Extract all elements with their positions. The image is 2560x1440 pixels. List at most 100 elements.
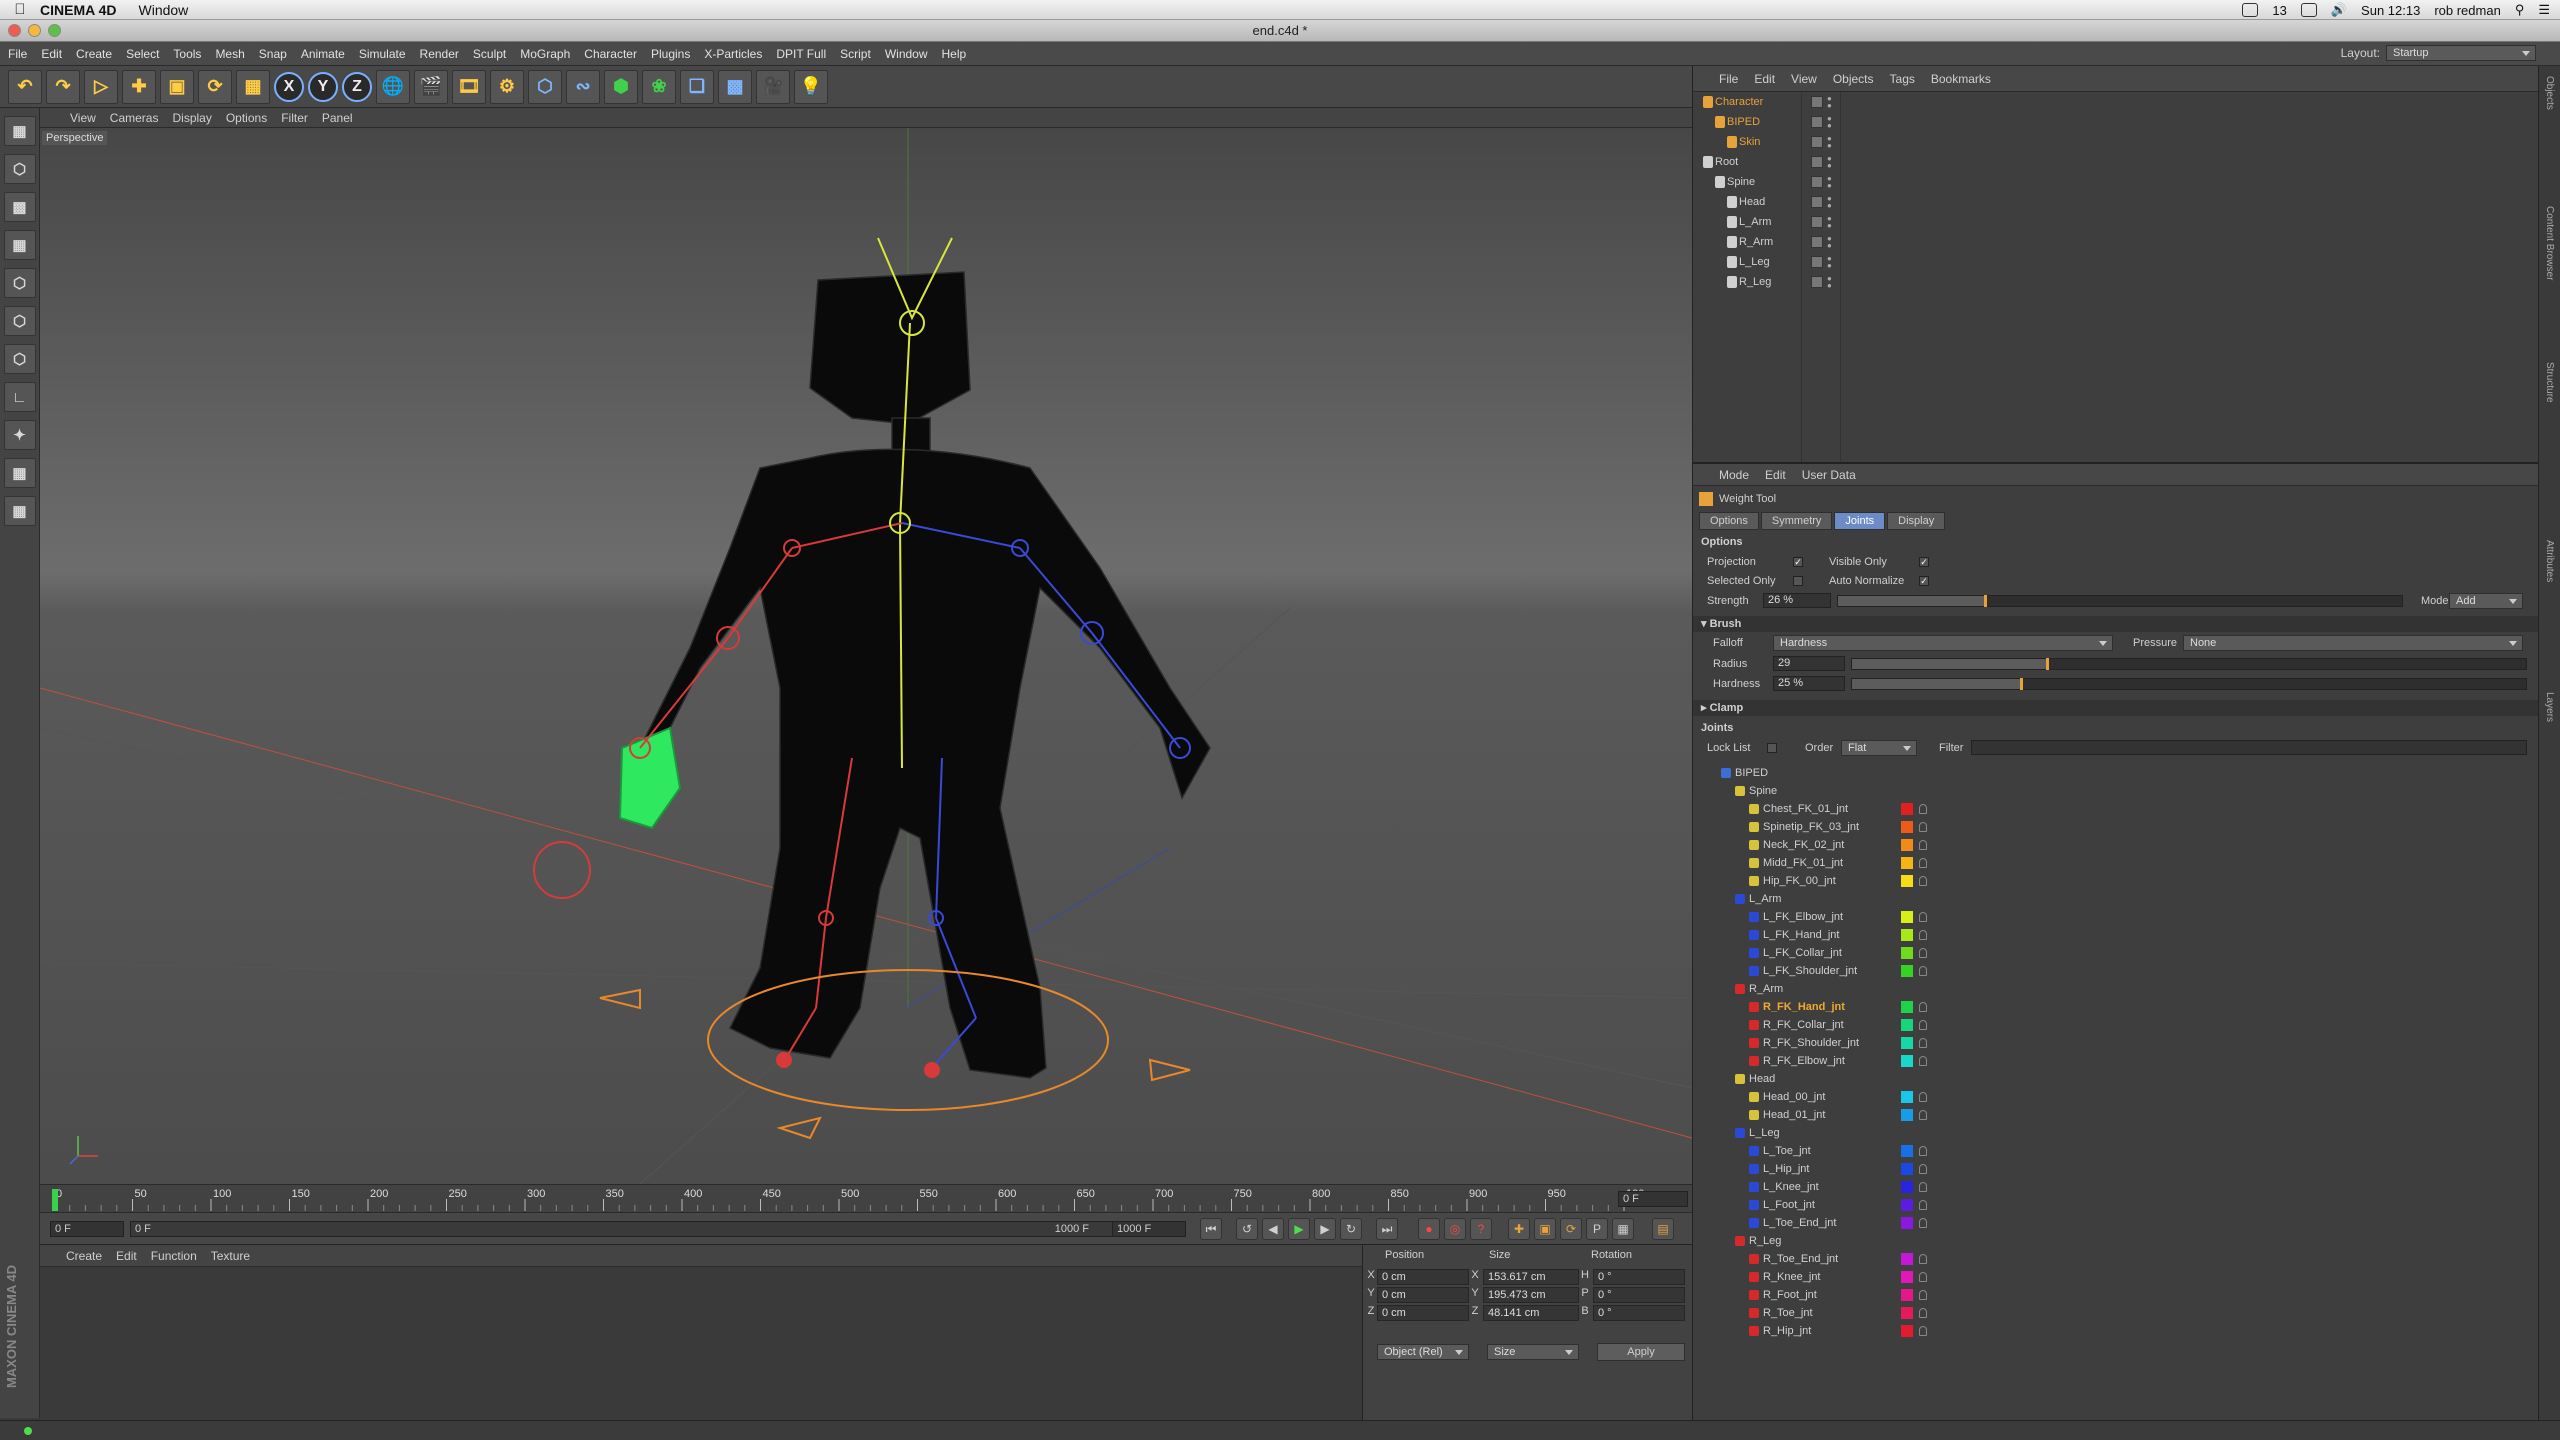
- joint-row[interactable]: R_Foot_jnt: [1693, 1286, 2539, 1304]
- position-z-field[interactable]: 0 cm: [1377, 1305, 1469, 1321]
- menu-character[interactable]: Character: [584, 47, 637, 61]
- next-key-icon[interactable]: ↻: [1340, 1218, 1362, 1240]
- joint-row[interactable]: Chest_FK_01_jnt: [1693, 800, 2539, 818]
- snap-icon[interactable]: ▦: [3, 458, 36, 488]
- visibility-toggle[interactable]: [1811, 116, 1823, 128]
- lock-icon[interactable]: [1919, 948, 1927, 958]
- render-view-icon[interactable]: 🎬: [414, 69, 448, 104]
- joint-color-swatch[interactable]: [1901, 1181, 1913, 1193]
- menu-snap[interactable]: Snap: [259, 47, 287, 61]
- viewport-canvas[interactable]: Perspective: [40, 128, 1692, 1184]
- floor-icon[interactable]: ▩: [718, 69, 752, 104]
- joint-row[interactable]: R_FK_Hand_jnt: [1693, 998, 2539, 1016]
- joint-color-swatch[interactable]: [1901, 1037, 1913, 1049]
- playhead[interactable]: [52, 1189, 58, 1211]
- lock-icon[interactable]: [1919, 840, 1927, 850]
- joint-row[interactable]: Hip_FK_00_jnt: [1693, 872, 2539, 890]
- apple-icon[interactable]: : [0, 1, 40, 18]
- object-menu-file[interactable]: File: [1719, 72, 1738, 86]
- material-menu-texture[interactable]: Texture: [211, 1249, 250, 1263]
- joint-row[interactable]: Head_00_jnt: [1693, 1088, 2539, 1106]
- attribute-menu-user-data[interactable]: User Data: [1802, 468, 1856, 482]
- lock-icon[interactable]: [1919, 858, 1927, 868]
- joint-row[interactable]: R_Toe_jnt: [1693, 1304, 2539, 1322]
- light-icon[interactable]: 💡: [794, 69, 828, 104]
- rotation-b-field[interactable]: 0 °: [1593, 1305, 1685, 1321]
- weight-tool-icon[interactable]: ▦: [236, 69, 270, 104]
- prev-frame-icon[interactable]: ◀: [1262, 1218, 1284, 1240]
- preview-range-slider[interactable]: 0 F 1000 F: [130, 1221, 1114, 1237]
- strength-field[interactable]: 26 %: [1763, 593, 1831, 608]
- record-rotation-icon[interactable]: ⟳: [1560, 1218, 1582, 1240]
- viewport-menu-display[interactable]: Display: [172, 111, 211, 125]
- pressure-dropdown[interactable]: None: [2183, 635, 2523, 651]
- joint-color-swatch[interactable]: [1901, 965, 1913, 977]
- object-menu-bookmarks[interactable]: Bookmarks: [1931, 72, 1991, 86]
- joint-color-swatch[interactable]: [1901, 911, 1913, 923]
- lock-icon[interactable]: [1919, 1254, 1927, 1264]
- lock-icon[interactable]: [1919, 1290, 1927, 1300]
- workplane-lock-icon[interactable]: ▦: [3, 496, 36, 526]
- position-x-field[interactable]: 0 cm: [1377, 1269, 1469, 1285]
- apply-button[interactable]: Apply: [1597, 1343, 1685, 1361]
- object-row-l-leg[interactable]: L_Leg ● ●: [1693, 252, 2113, 272]
- y-axis-lock-button[interactable]: Y: [308, 71, 338, 102]
- joint-color-swatch[interactable]: [1901, 947, 1913, 959]
- mac-menu-window[interactable]: Window: [139, 2, 189, 18]
- undo-icon[interactable]: ↶: [8, 69, 42, 104]
- visibility-toggle[interactable]: [1811, 156, 1823, 168]
- joint-color-swatch[interactable]: [1901, 1109, 1913, 1121]
- manager-tab-structure[interactable]: Structure: [2544, 362, 2555, 403]
- dropbox-icon[interactable]: [2242, 3, 2259, 17]
- object-row-r-arm[interactable]: R_Arm ● ●: [1693, 232, 2113, 252]
- joint-row[interactable]: L_Toe_jnt: [1693, 1142, 2539, 1160]
- go-to-end-icon[interactable]: ⏭: [1376, 1218, 1398, 1240]
- material-menu-create[interactable]: Create: [66, 1249, 102, 1263]
- object-row-character[interactable]: Character ● ●: [1693, 92, 2113, 112]
- layout-dropdown[interactable]: Startup: [2386, 45, 2536, 61]
- viewport-menu-cameras[interactable]: Cameras: [110, 111, 159, 125]
- joint-group-row[interactable]: L_Leg: [1693, 1124, 2539, 1142]
- editor-render-dots[interactable]: ● ●: [1827, 275, 1832, 290]
- rotation-h-field[interactable]: 0 °: [1593, 1269, 1685, 1285]
- joint-group-row[interactable]: R_Leg: [1693, 1232, 2539, 1250]
- lock-icon[interactable]: [1919, 1092, 1927, 1102]
- visibility-toggle[interactable]: [1811, 216, 1823, 228]
- object-row-l-arm[interactable]: L_Arm ● ●: [1693, 212, 2113, 232]
- texture-mode-icon[interactable]: ▩: [3, 192, 36, 222]
- visibility-toggle[interactable]: [1811, 176, 1823, 188]
- object-row-biped[interactable]: BIPED ● ●: [1693, 112, 2113, 132]
- points-mode-icon[interactable]: ⬡: [3, 268, 36, 298]
- joint-color-swatch[interactable]: [1901, 1199, 1913, 1211]
- timeline-ruler[interactable]: 0 50 100 150 200 250 300 350 400 450 500 550 600 650 7…: [40, 1184, 1692, 1212]
- lock-icon[interactable]: [1919, 1200, 1927, 1210]
- editor-render-dots[interactable]: ● ●: [1827, 115, 1832, 130]
- lock-icon[interactable]: [1919, 1164, 1927, 1174]
- joint-row[interactable]: R_FK_Elbow_jnt: [1693, 1052, 2539, 1070]
- tab-display[interactable]: Display: [1887, 512, 1946, 530]
- joint-color-swatch[interactable]: [1901, 1019, 1913, 1031]
- joint-row[interactable]: Spinetip_FK_03_jnt: [1693, 818, 2539, 836]
- lock-icon[interactable]: [1919, 1182, 1927, 1192]
- viewport-menu-panel[interactable]: Panel: [322, 111, 353, 125]
- visibility-toggle[interactable]: [1811, 136, 1823, 148]
- redo-icon[interactable]: ↷: [46, 69, 80, 104]
- visibility-toggle[interactable]: [1811, 236, 1823, 248]
- lock-icon[interactable]: [1919, 876, 1927, 886]
- start-frame-field[interactable]: 0 F: [50, 1221, 124, 1237]
- editor-render-dots[interactable]: ● ●: [1827, 255, 1832, 270]
- cube-icon[interactable]: ⬡: [528, 69, 562, 104]
- menu-window[interactable]: Window: [885, 47, 928, 61]
- lock-icon[interactable]: [1919, 1272, 1927, 1282]
- coordinate-system-icon[interactable]: 🌐: [376, 69, 410, 104]
- joint-color-swatch[interactable]: [1901, 1325, 1913, 1337]
- edges-mode-icon[interactable]: ⬡: [3, 306, 36, 336]
- radius-slider[interactable]: [1851, 658, 2527, 670]
- hardness-slider[interactable]: [1851, 678, 2527, 690]
- joint-color-swatch[interactable]: [1901, 1163, 1913, 1175]
- lock-list-checkbox[interactable]: [1767, 743, 1777, 753]
- selected-only-checkbox[interactable]: [1793, 576, 1803, 586]
- workplane-icon[interactable]: ▦: [3, 230, 36, 260]
- lock-icon[interactable]: [1919, 1020, 1927, 1030]
- mode-dropdown[interactable]: Add: [2449, 593, 2523, 609]
